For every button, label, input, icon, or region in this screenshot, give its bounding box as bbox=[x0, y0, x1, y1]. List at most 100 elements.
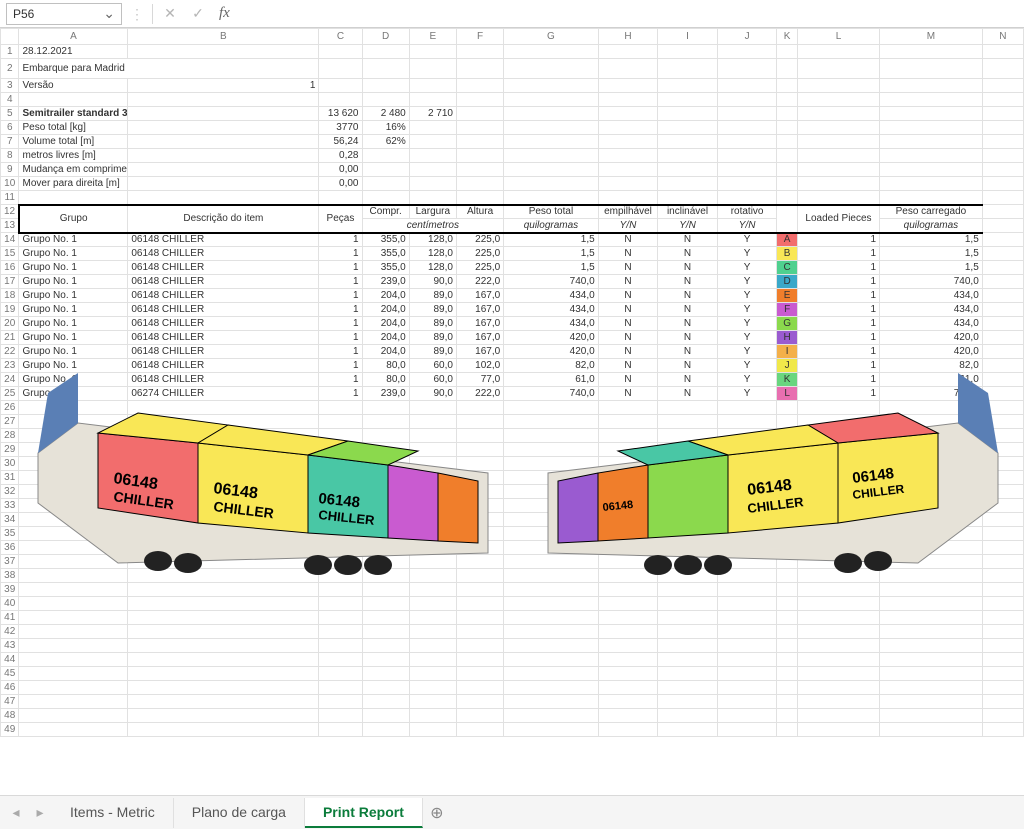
cell[interactable] bbox=[598, 681, 658, 695]
cell[interactable] bbox=[717, 401, 777, 415]
cell[interactable] bbox=[456, 59, 503, 79]
cell-descricao[interactable]: 06148 CHILLER bbox=[128, 289, 319, 303]
cell[interactable] bbox=[982, 149, 1023, 163]
table-row[interactable]: 19Grupo No. 106148 CHILLER1204,089,0167,… bbox=[1, 303, 1024, 317]
tab-prev-icon[interactable]: ◂ bbox=[4, 801, 28, 825]
chevron-down-icon[interactable]: ⌄ bbox=[103, 5, 115, 22]
cell-peso[interactable]: 420,0 bbox=[504, 331, 598, 345]
cell[interactable] bbox=[362, 695, 409, 709]
cell[interactable] bbox=[456, 415, 503, 429]
sheet-tab[interactable]: Items - Metric bbox=[52, 798, 174, 828]
cell[interactable] bbox=[880, 45, 983, 59]
cell[interactable] bbox=[598, 457, 658, 471]
cell[interactable] bbox=[658, 597, 718, 611]
cell[interactable] bbox=[598, 93, 658, 107]
cell-peso[interactable]: 1,5 bbox=[504, 247, 598, 261]
table-header-row[interactable]: 12 Grupo Descrição do item Peças Compr. … bbox=[1, 205, 1024, 219]
cell-altura[interactable]: 222,0 bbox=[456, 275, 503, 289]
cell[interactable] bbox=[797, 135, 879, 149]
row-header[interactable]: 23 bbox=[1, 359, 19, 373]
cell[interactable] bbox=[880, 93, 983, 107]
cell[interactable] bbox=[319, 191, 362, 205]
cell[interactable] bbox=[797, 149, 879, 163]
cell[interactable] bbox=[880, 163, 983, 177]
cell[interactable] bbox=[319, 457, 362, 471]
cell[interactable] bbox=[598, 723, 658, 737]
cell[interactable] bbox=[362, 513, 409, 527]
cell[interactable] bbox=[982, 667, 1023, 681]
col-header[interactable]: E bbox=[409, 29, 456, 45]
cell[interactable] bbox=[409, 527, 456, 541]
cell[interactable] bbox=[658, 135, 718, 149]
table-row[interactable]: 27 bbox=[1, 415, 1024, 429]
cell-largura[interactable]: 90,0 bbox=[409, 387, 456, 401]
cell[interactable] bbox=[982, 555, 1023, 569]
table-row[interactable]: 8metros livres [m]0,28 bbox=[1, 149, 1024, 163]
cell[interactable] bbox=[362, 149, 409, 163]
cell[interactable] bbox=[319, 93, 362, 107]
cell[interactable] bbox=[598, 163, 658, 177]
cell[interactable]: 16% bbox=[362, 121, 409, 135]
cell[interactable]: Embarque para Madrid bbox=[19, 59, 319, 79]
cell[interactable] bbox=[319, 653, 362, 667]
cell[interactable] bbox=[658, 527, 718, 541]
cell[interactable] bbox=[504, 723, 598, 737]
cell[interactable]: Volume total [m] bbox=[19, 135, 128, 149]
cell[interactable] bbox=[982, 471, 1023, 485]
cell[interactable] bbox=[717, 695, 777, 709]
table-row[interactable]: 24Grupo No. 106148 CHILLER180,060,077,06… bbox=[1, 373, 1024, 387]
row-header[interactable]: 14 bbox=[1, 233, 19, 247]
cell-largura[interactable]: 128,0 bbox=[409, 247, 456, 261]
cell[interactable] bbox=[409, 93, 456, 107]
cell-inclinavel[interactable]: N bbox=[658, 289, 718, 303]
cell[interactable] bbox=[777, 583, 798, 597]
table-row[interactable]: 31 bbox=[1, 471, 1024, 485]
cell-empilhavel[interactable]: N bbox=[598, 331, 658, 345]
cell-rotativo[interactable]: Y bbox=[717, 373, 777, 387]
cell[interactable] bbox=[362, 499, 409, 513]
cell[interactable] bbox=[362, 569, 409, 583]
cell[interactable] bbox=[880, 709, 983, 723]
cell[interactable] bbox=[797, 709, 879, 723]
cell[interactable] bbox=[598, 709, 658, 723]
cell[interactable]: 28.12.2021 bbox=[19, 45, 128, 59]
cell[interactable] bbox=[598, 639, 658, 653]
cell[interactable] bbox=[128, 457, 319, 471]
cell-inclinavel[interactable]: N bbox=[658, 261, 718, 275]
table-row[interactable]: 4 bbox=[1, 93, 1024, 107]
cell[interactable] bbox=[658, 681, 718, 695]
cell-peso-carregado[interactable]: 1,5 bbox=[880, 247, 983, 261]
cell-swatch[interactable]: D bbox=[777, 275, 798, 289]
cell[interactable] bbox=[504, 135, 598, 149]
cell[interactable] bbox=[982, 59, 1023, 79]
cell[interactable] bbox=[128, 401, 319, 415]
cell[interactable] bbox=[504, 107, 598, 121]
row-header[interactable]: 3 bbox=[1, 79, 19, 93]
cell[interactable] bbox=[880, 569, 983, 583]
cell[interactable] bbox=[504, 471, 598, 485]
cell[interactable]: Mudança em comprime bbox=[19, 163, 128, 177]
cell[interactable] bbox=[456, 513, 503, 527]
cell[interactable] bbox=[658, 485, 718, 499]
cell[interactable] bbox=[880, 443, 983, 457]
col-header[interactable]: B bbox=[128, 29, 319, 45]
cell[interactable] bbox=[777, 79, 798, 93]
cell[interactable] bbox=[598, 499, 658, 513]
cell-swatch[interactable]: L bbox=[777, 387, 798, 401]
cell[interactable] bbox=[658, 415, 718, 429]
cell[interactable] bbox=[777, 59, 798, 79]
cell[interactable] bbox=[319, 667, 362, 681]
row-header[interactable]: 9 bbox=[1, 163, 19, 177]
cell-swatch[interactable]: H bbox=[777, 331, 798, 345]
cell-empilhavel[interactable]: N bbox=[598, 359, 658, 373]
cell-compr[interactable]: 204,0 bbox=[362, 331, 409, 345]
table-row[interactable]: 37 bbox=[1, 555, 1024, 569]
cell[interactable] bbox=[598, 177, 658, 191]
cell[interactable] bbox=[456, 597, 503, 611]
cell[interactable] bbox=[717, 667, 777, 681]
cell[interactable] bbox=[319, 583, 362, 597]
cell[interactable] bbox=[362, 653, 409, 667]
cell[interactable] bbox=[362, 163, 409, 177]
cell-grupo[interactable]: Grupo No. 1 bbox=[19, 233, 128, 247]
cell[interactable] bbox=[717, 611, 777, 625]
